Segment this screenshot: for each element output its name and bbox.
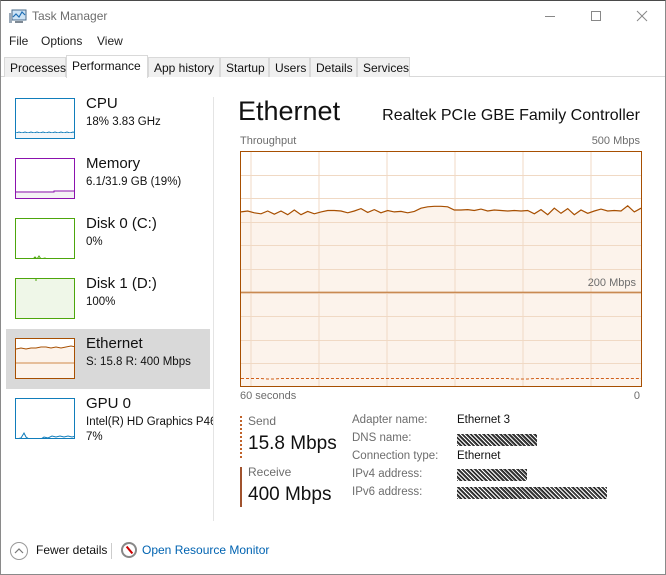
sidebar-cpu-title: CPU xyxy=(86,95,118,112)
sidebar-memory-subtitle: 6.1/31.9 GB (19%) xyxy=(86,176,182,188)
sidebar-disk-0-subtitle: 0% xyxy=(86,236,103,248)
tab-services[interactable]: Services xyxy=(357,57,410,77)
page-title: Ethernet xyxy=(238,96,341,126)
sidebar-ethernet-title: Ethernet xyxy=(86,335,143,352)
chart-zero-label: 0 xyxy=(633,390,640,402)
close-icon xyxy=(636,10,648,22)
send-legend-marker xyxy=(240,416,242,458)
receive-legend-marker xyxy=(240,467,242,507)
gpu-model: Intel(R) HD Graphics P4600 xyxy=(86,416,214,428)
chart-grid xyxy=(240,151,642,387)
disk-0-thumbnail-graph xyxy=(15,218,75,259)
sidebar-item-gpu-0[interactable]: GPU 0 Intel(R) HD Graphics P4600 7% xyxy=(6,389,214,449)
ipv4-address-value-redacted xyxy=(457,469,527,484)
ipv6-address-key: IPv6 address: xyxy=(352,486,423,498)
task-manager-app-icon xyxy=(9,9,27,24)
gpu-usage: 7% xyxy=(86,431,103,443)
title-bar[interactable]: Task Manager xyxy=(1,1,665,31)
dns-name-value-redacted xyxy=(457,434,537,449)
minimize-icon xyxy=(545,16,555,17)
performance-sidebar: CPU 18% 3.83 GHz Memory 6.1/31.9 GB (19%… xyxy=(1,89,214,521)
chart-title: Throughput xyxy=(240,135,297,147)
sidebar-disk-1-subtitle: 100% xyxy=(86,296,116,308)
sidebar-ethernet-subtitle: S: 15.8 R: 400 Mbps xyxy=(86,356,191,368)
sidebar-gpu-0-subtitle: Intel(R) HD Graphics P4600 7% xyxy=(86,415,214,445)
sidebar-divider xyxy=(213,97,214,521)
sidebar-gpu-0-title: GPU 0 xyxy=(86,395,132,412)
minimize-button[interactable] xyxy=(527,1,573,31)
tab-processes[interactable]: Processes xyxy=(4,57,66,77)
sidebar-disk-0-title: Disk 0 (C:) xyxy=(86,215,157,232)
send-value: 15.8 Mbps xyxy=(248,433,337,454)
adapter-name-key: Adapter name: xyxy=(352,414,428,426)
dns-name-key: DNS name: xyxy=(352,432,412,444)
ethernet-thumbnail-graph xyxy=(15,338,75,379)
disk-1-thumbnail-graph xyxy=(15,278,75,319)
cpu-thumbnail-graph xyxy=(15,98,75,139)
fewer-details-button[interactable]: Fewer details xyxy=(36,543,107,557)
sidebar-item-memory[interactable]: Memory 6.1/31.9 GB (19%) xyxy=(6,149,210,209)
send-label: Send xyxy=(248,414,277,428)
receive-label: Receive xyxy=(248,465,292,479)
task-manager-window: Task Manager File Options View Processes… xyxy=(0,0,666,575)
chart-max-label: 500 Mbps xyxy=(591,135,640,147)
tab-app-history[interactable]: App history xyxy=(148,57,220,77)
window-title: Task Manager xyxy=(32,9,108,23)
sidebar-item-ethernet[interactable]: Ethernet S: 15.8 R: 400 Mbps xyxy=(6,329,210,389)
tab-startup[interactable]: Startup xyxy=(220,57,269,77)
sidebar-cpu-subtitle: 18% 3.83 GHz xyxy=(86,116,161,128)
sidebar-item-disk-0[interactable]: Disk 0 (C:) 0% xyxy=(6,209,210,269)
maximize-icon xyxy=(591,11,601,21)
connection-type-value: Ethernet xyxy=(457,450,501,462)
receive-area xyxy=(241,205,641,387)
tab-details[interactable]: Details xyxy=(310,57,357,77)
open-resource-monitor-link[interactable]: Open Resource Monitor xyxy=(142,543,269,557)
receive-value: 400 Mbps xyxy=(248,484,332,505)
chart-reference-label: 200 Mbps xyxy=(587,277,636,289)
ipv6-address-value-redacted xyxy=(457,487,607,502)
memory-thumbnail-graph xyxy=(15,158,75,199)
throughput-chart xyxy=(240,151,642,387)
menu-options[interactable]: Options xyxy=(41,34,82,48)
sidebar-item-disk-1[interactable]: Disk 1 (D:) 100% xyxy=(6,269,210,329)
sidebar-memory-title: Memory xyxy=(86,155,141,172)
chart-time-span-label: 60 seconds xyxy=(240,390,297,402)
series-send-line xyxy=(241,378,641,380)
menu-file[interactable]: File xyxy=(9,34,28,48)
menu-view[interactable]: View xyxy=(97,34,123,48)
sidebar-item-cpu[interactable]: CPU 18% 3.83 GHz xyxy=(6,89,210,149)
tab-strip: Processes Performance App history Startu… xyxy=(1,55,665,78)
tab-performance[interactable]: Performance xyxy=(66,55,148,78)
resource-monitor-icon[interactable] xyxy=(121,542,137,558)
footer-separator xyxy=(111,543,112,559)
close-button[interactable] xyxy=(619,1,665,31)
gpu-0-thumbnail-graph xyxy=(15,398,75,439)
footer: Fewer details Open Resource Monitor xyxy=(1,533,665,573)
connection-type-key: Connection type: xyxy=(352,450,439,462)
tab-users[interactable]: Users xyxy=(269,57,310,77)
menu-bar: File Options View xyxy=(1,32,665,52)
ipv4-address-key: IPv4 address: xyxy=(352,468,423,480)
adapter-description: Realtek PCIe GBE Family Controller xyxy=(382,107,640,124)
maximize-button[interactable] xyxy=(573,1,619,31)
adapter-name-value: Ethernet 3 xyxy=(457,414,511,426)
chevron-up-icon[interactable] xyxy=(10,542,28,560)
sidebar-disk-1-title: Disk 1 (D:) xyxy=(86,275,157,292)
